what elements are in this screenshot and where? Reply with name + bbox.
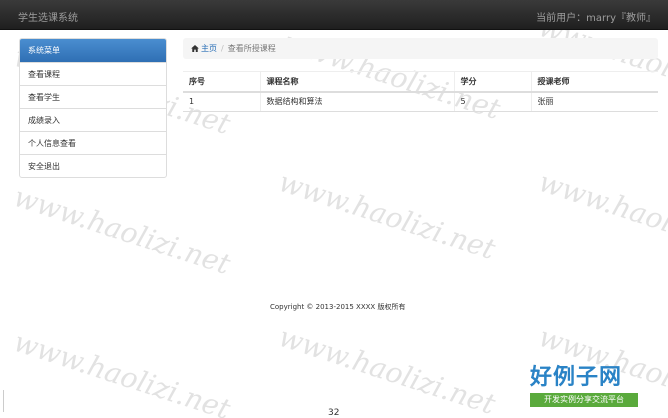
column-header-teacher: 授课老师: [530, 71, 658, 93]
sidebar-item-personal-info[interactable]: 个人信息查看: [20, 131, 166, 154]
table-row: 1 数据结构和算法 5 张丽: [183, 91, 658, 112]
home-icon[interactable]: [191, 45, 199, 52]
breadcrumb: 主页 / 查看所授课程: [183, 38, 658, 59]
table-header-row: 序号 课程名称 学分 授课老师: [183, 71, 658, 93]
watermark: www.haolizi.net: [534, 165, 668, 267]
sidebar-item-view-courses[interactable]: 查看课程: [20, 62, 166, 85]
watermark: www.haolizi.net: [9, 325, 235, 418]
site-logo: 好例子网 开发实例分享交流平台: [530, 365, 640, 410]
breadcrumb-separator: /: [221, 44, 224, 53]
cell-teacher: 张丽: [530, 91, 658, 112]
page-number: 32: [328, 408, 340, 418]
edge-divider: [3, 390, 4, 412]
app-title[interactable]: 学生选课系统: [18, 9, 78, 24]
column-header-index: 序号: [183, 71, 260, 93]
copyright-footer: Copyright © 2013-2015 XXXX 版权所有: [270, 303, 406, 311]
sidebar-menu: 系统菜单 查看课程 查看学生 成绩录入 个人信息查看 安全退出: [19, 38, 167, 178]
current-user-label: 当前用户：marry『教师』: [536, 13, 656, 24]
breadcrumb-home-link[interactable]: 主页: [201, 44, 217, 53]
sidebar-item-logout[interactable]: 安全退出: [20, 154, 166, 177]
sidebar-item-view-students[interactable]: 查看学生: [20, 85, 166, 108]
breadcrumb-current: 查看所授课程: [227, 44, 276, 53]
cell-credits: 5: [453, 91, 531, 112]
logo-main-text: 好例子网: [530, 365, 623, 390]
watermark: www.haolizi.net: [274, 320, 500, 418]
sidebar-item-grade-entry[interactable]: 成绩录入: [20, 108, 166, 131]
top-navbar: 学生选课系统 当前用户：marry『教师』: [0, 0, 668, 30]
watermark: www.haolizi.net: [9, 180, 235, 282]
column-header-course-name: 课程名称: [259, 71, 454, 93]
column-header-credits: 学分: [453, 71, 531, 93]
cell-index: 1: [183, 91, 260, 112]
watermark: www.haolizi.net: [274, 165, 500, 267]
cell-course-name: 数据结构和算法: [259, 91, 454, 112]
logo-subtitle: 开发实例分享交流平台: [530, 393, 638, 407]
sidebar-header: 系统菜单: [20, 39, 166, 62]
courses-table: 序号 课程名称 学分 授课老师 1 数据结构和算法 5 张丽: [183, 71, 658, 112]
